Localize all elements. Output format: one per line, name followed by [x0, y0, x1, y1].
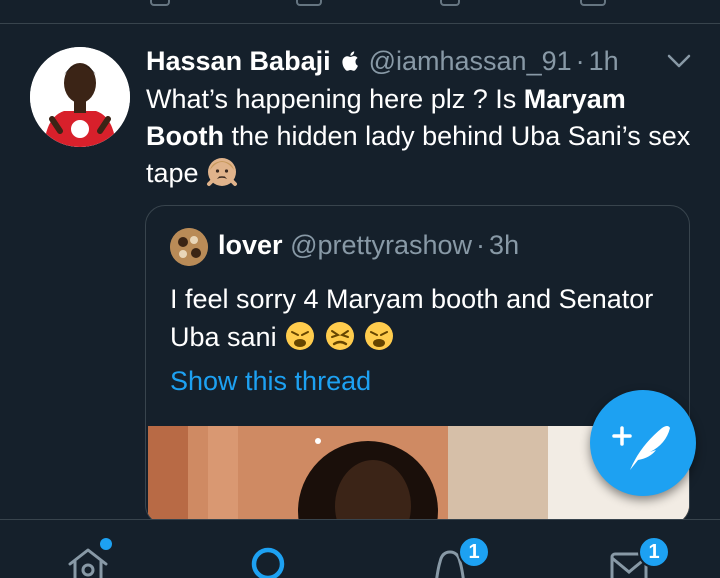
compose-tweet-button[interactable] — [590, 390, 696, 496]
tweet-time[interactable]: 1h — [589, 46, 619, 77]
quoted-avatar[interactable] — [170, 228, 208, 266]
like-icon[interactable] — [440, 0, 460, 6]
quoted-author-name[interactable]: lover — [218, 230, 283, 260]
share-icon[interactable] — [580, 0, 606, 6]
quoted-text-content: I feel sorry 4 Maryam booth and Senator … — [170, 284, 654, 352]
bottom-navigation: 1 1 — [0, 519, 720, 578]
top-toolbar-remnant — [0, 0, 720, 24]
separator-dot: · — [476, 230, 486, 260]
author-handle[interactable]: @iamhassan_91 — [369, 46, 572, 77]
avatar[interactable] — [30, 47, 130, 147]
quoted-time: 3h — [489, 230, 520, 260]
new-content-indicator — [100, 538, 112, 550]
separator-dot: · — [575, 45, 585, 76]
weary-face-emoji — [284, 322, 395, 352]
compose-tweet-icon — [612, 426, 670, 470]
apple-icon — [341, 49, 361, 73]
quoted-author-handle[interactable]: @prettyrashow — [290, 230, 472, 260]
tweet-text-part: What’s happening here plz ? Is — [146, 84, 524, 114]
chevron-down-icon[interactable] — [666, 52, 692, 70]
quoted-header: lover @prettyrashow · 3h — [218, 230, 519, 261]
messages-badge: 1 — [638, 536, 670, 568]
author-name[interactable]: Hassan Babaji — [146, 46, 331, 77]
search-icon[interactable] — [248, 544, 292, 578]
show-thread-link[interactable]: Show this thread — [170, 366, 371, 397]
tweet-header: Hassan Babaji @iamhassan_91 · 1h — [146, 45, 619, 77]
person-gesturing-no-emoji — [207, 158, 238, 186]
notifications-badge: 1 — [458, 536, 490, 568]
tweet-text: What’s happening here plz ? Is Maryam Bo… — [146, 81, 702, 192]
retweet-icon[interactable] — [296, 0, 322, 6]
reply-icon[interactable] — [150, 0, 170, 6]
quoted-text: I feel sorry 4 Maryam booth and Senator … — [170, 280, 670, 356]
